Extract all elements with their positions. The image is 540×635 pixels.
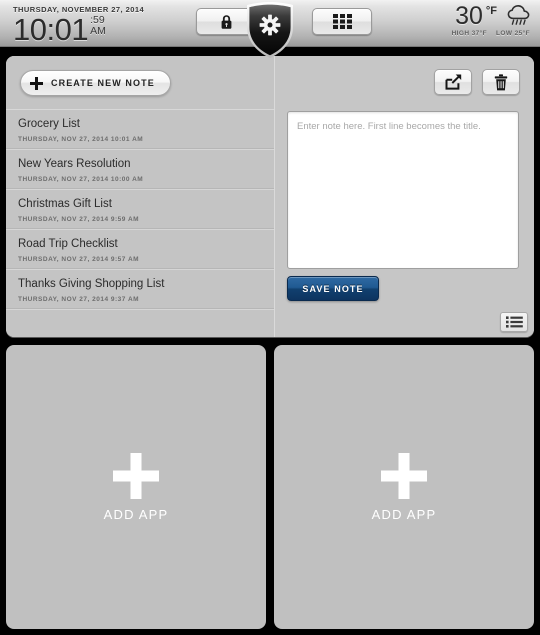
status-bar: THURSDAY, NOVEMBER 27, 2014 10:01 :59 AM	[0, 0, 540, 58]
lock-icon	[221, 14, 231, 29]
clock-widget: THURSDAY, NOVEMBER 27, 2014 10:01 :59 AM	[13, 5, 188, 45]
note-date: THURSDAY, NOV 27, 2014 9:59 AM	[18, 216, 140, 223]
create-new-note-button[interactable]: CREATE NEW NOTE	[20, 70, 171, 96]
create-new-note-label: CREATE NEW NOTE	[51, 78, 155, 88]
note-title: Grocery List	[18, 118, 80, 130]
list-item[interactable]: Road Trip Checklist THURSDAY, NOV 27, 20…	[6, 230, 274, 270]
grid-icon	[332, 14, 352, 29]
notes-list-pane: CREATE NEW NOTE Grocery List THURSDAY, N…	[6, 56, 275, 337]
note-date: THURSDAY, NOV 27, 2014 9:37 AM	[18, 296, 140, 303]
app-tiles: ADD APP ADD APP	[6, 345, 534, 629]
save-note-label: SAVE NOTE	[302, 283, 364, 294]
home-screen: THURSDAY, NOVEMBER 27, 2014 10:01 :59 AM	[0, 0, 540, 635]
share-icon	[445, 74, 461, 90]
note-input[interactable]	[287, 111, 519, 269]
gear-shield-icon	[247, 2, 293, 58]
settings-button[interactable]	[244, 1, 296, 59]
list-item[interactable]: Thanks Giving Shopping List THURSDAY, NO…	[6, 270, 274, 310]
note-title: Christmas Gift List	[18, 198, 112, 210]
delete-note-button[interactable]	[482, 69, 520, 95]
list-item[interactable]: Christmas Gift List THURSDAY, NOV 27, 20…	[6, 190, 274, 230]
clock-time: 10:01	[13, 12, 89, 47]
save-note-button[interactable]: SAVE NOTE	[287, 276, 379, 301]
note-date: THURSDAY, NOV 27, 2014 10:01 AM	[18, 136, 144, 143]
weather-temperature: 30	[455, 2, 483, 30]
plus-icon	[113, 452, 159, 499]
list-item[interactable]: Grocery List THURSDAY, NOV 27, 2014 10:0…	[6, 109, 274, 150]
add-app-label: ADD APP	[103, 506, 169, 522]
weather-unit: °F	[485, 5, 497, 17]
add-app-tile-2[interactable]: ADD APP	[274, 345, 534, 629]
note-title: Thanks Giving Shopping List	[18, 278, 165, 290]
note-title: New Years Resolution	[18, 158, 131, 170]
add-app-tile-1[interactable]: ADD APP	[6, 345, 266, 629]
list-view-icon	[505, 316, 523, 328]
share-note-button[interactable]	[434, 69, 472, 95]
note-date: THURSDAY, NOV 27, 2014 9:57 AM	[18, 256, 140, 263]
rain-cloud-icon	[507, 5, 530, 25]
weather-low: LOW 25°F	[496, 30, 530, 37]
clock-ampm: AM	[90, 25, 106, 37]
notes-list: Grocery List THURSDAY, NOV 27, 2014 10:0…	[6, 109, 274, 337]
apps-grid-button[interactable]	[312, 8, 372, 35]
weather-widget[interactable]: 30 °F HIGH 37°F LOW 25°F	[412, 2, 532, 38]
list-item[interactable]: New Years Resolution THURSDAY, NOV 27, 2…	[6, 150, 274, 190]
note-editor-pane: SAVE NOTE	[275, 56, 534, 337]
trash-icon	[494, 73, 508, 90]
editor-toolbar	[434, 69, 520, 95]
add-app-label: ADD APP	[371, 506, 437, 522]
list-view-button[interactable]	[500, 312, 528, 332]
notes-widget: CREATE NEW NOTE Grocery List THURSDAY, N…	[6, 56, 534, 337]
note-date: THURSDAY, NOV 27, 2014 10:00 AM	[18, 176, 144, 183]
plus-icon	[381, 452, 427, 499]
weather-high: HIGH 37°F	[451, 30, 488, 37]
note-title: Road Trip Checklist	[18, 238, 118, 250]
plus-icon	[30, 76, 43, 90]
